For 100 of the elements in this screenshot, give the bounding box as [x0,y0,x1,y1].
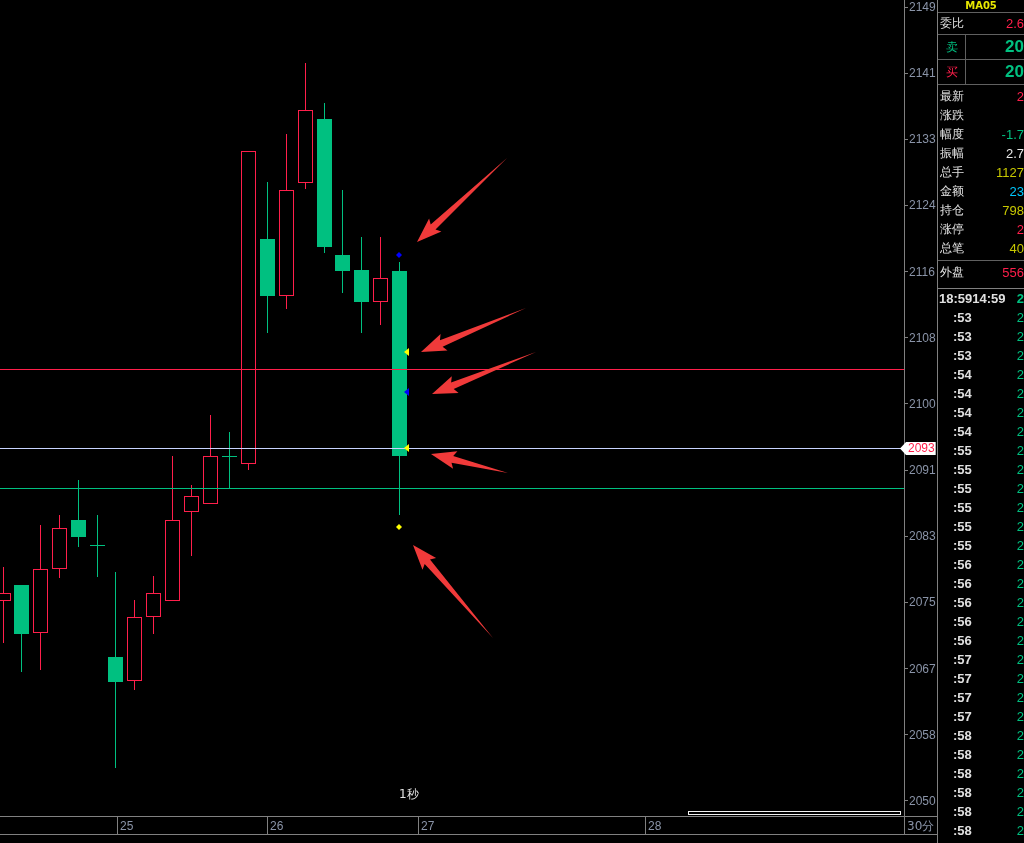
tick-time: :56 [952,576,972,591]
field-label: 振幅 [940,145,964,162]
tick-value: 2 [1016,633,1024,648]
triangle-marker [404,444,409,452]
symbol-title: MA05 [938,0,1024,13]
tick-value: 2 [1016,709,1024,724]
tick-value: 2 [1016,367,1024,382]
tick-value: 2 [1016,386,1024,401]
candlestick [71,479,86,548]
tick-value: 2 [1016,823,1024,838]
candlestick [146,575,161,635]
interval-label: 1秒 [399,786,419,803]
price-tick-label: 2116 [905,264,937,279]
tick-time: 18:59 [938,291,973,306]
tick-time: :57 [952,652,972,667]
scroll-bar[interactable] [688,811,901,815]
candlestick [52,514,67,579]
tick-value: 2 [1016,595,1024,610]
triangle-marker [404,348,409,356]
tick-time: :54 [952,405,972,420]
tick-time: :58 [952,804,972,819]
tick-value: 2 [1016,557,1024,572]
field-label: 持仓 [940,202,964,219]
tick-time: :55 [952,443,972,458]
triangle-marker [404,388,409,396]
tick-value: 2 [1016,310,1024,325]
tick-value: 2 [1016,614,1024,629]
tick-time: :58 [952,823,972,838]
tick-value: 2 [1016,785,1024,800]
price-tick-label: 2124 [905,198,937,213]
current-price-tag: 2093 [900,442,936,455]
price-tick-label: 2133 [905,132,937,147]
period-label[interactable]: 30分 [904,816,937,835]
tick-time: :53 [952,348,972,363]
time-tick-label: 25 [117,817,134,834]
diamond-marker [396,252,402,258]
field-value: 1127 [996,165,1024,180]
tick-value: 2 [1016,671,1024,686]
tick-time: :56 [952,633,972,648]
price-tick-label: 2108 [905,330,937,345]
field-value: 40 [1009,241,1024,256]
field-value: -1.7 [1001,127,1024,142]
field-label: 幅度 [940,126,964,143]
field-label: 涨停 [940,221,964,238]
field-label: 涨跌 [940,107,964,124]
field-label: 总笔 [940,240,964,257]
time-tick-label: 27 [418,817,435,834]
tick-value: 2 [1016,804,1024,819]
tick-value: 2 [1016,500,1024,515]
tick-value: 2 [1016,519,1024,534]
tick-value: 2 [1016,329,1024,344]
tick-value: 2 [1016,538,1024,553]
diamond-marker [396,524,402,530]
candlestick [89,514,106,578]
tick-time: :58 [952,728,972,743]
tick-time: :55 [952,481,972,496]
price-tick-label: 2058 [905,727,937,742]
price-tick-label: 2141 [905,66,937,81]
tick-time: :58 [952,747,972,762]
tick-time: :57 [952,690,972,705]
tick-time: :56 [952,595,972,610]
tick-time: :54 [952,424,972,439]
tick-time: :54 [952,386,972,401]
price-tick-label: 2083 [905,529,937,544]
tick-time: 14:59 [972,291,1006,306]
tick-value: 2 [1016,291,1024,306]
tick-time: :57 [952,671,972,686]
field-value: 23 [1009,184,1024,199]
time-tick-label: 26 [267,817,284,834]
field-value: 2 [1016,89,1024,104]
field-value: 2 [1016,222,1024,237]
price-tick-label: 2149 [905,0,937,14]
tick-time: :56 [952,557,972,572]
field-label: 最新 [940,88,964,105]
tick-time: :53 [952,310,972,325]
tick-time: :53 [952,329,972,344]
field-label: 外盘 [940,263,964,281]
tick-time: :58 [952,785,972,800]
price-tick-label: 2050 [905,793,937,808]
tick-value: 2 [1016,690,1024,705]
tick-value: 2 [1016,766,1024,781]
tick-time: :57 [952,709,972,724]
tick-time: :55 [952,500,972,515]
price-tick-label: 2067 [905,661,937,676]
tick-value: 2 [1016,728,1024,743]
field-value: 556 [1002,264,1024,280]
tick-time: :55 [952,519,972,534]
tick-value: 2 [1016,576,1024,591]
bid-label: 买 [938,60,966,84]
tick-value: 2 [1016,481,1024,496]
bid-value: 20 [1004,61,1024,83]
tick-time: :58 [952,766,972,781]
tick-value: 2 [1016,405,1024,420]
tick-value: 2 [1016,652,1024,667]
field-label: 金额 [940,183,964,200]
ask-label: 卖 [938,35,966,59]
field-value: 798 [1002,203,1024,218]
tick-time: :55 [952,462,972,477]
ask-value: 20 [1004,36,1024,58]
tick-value: 2 [1016,348,1024,363]
